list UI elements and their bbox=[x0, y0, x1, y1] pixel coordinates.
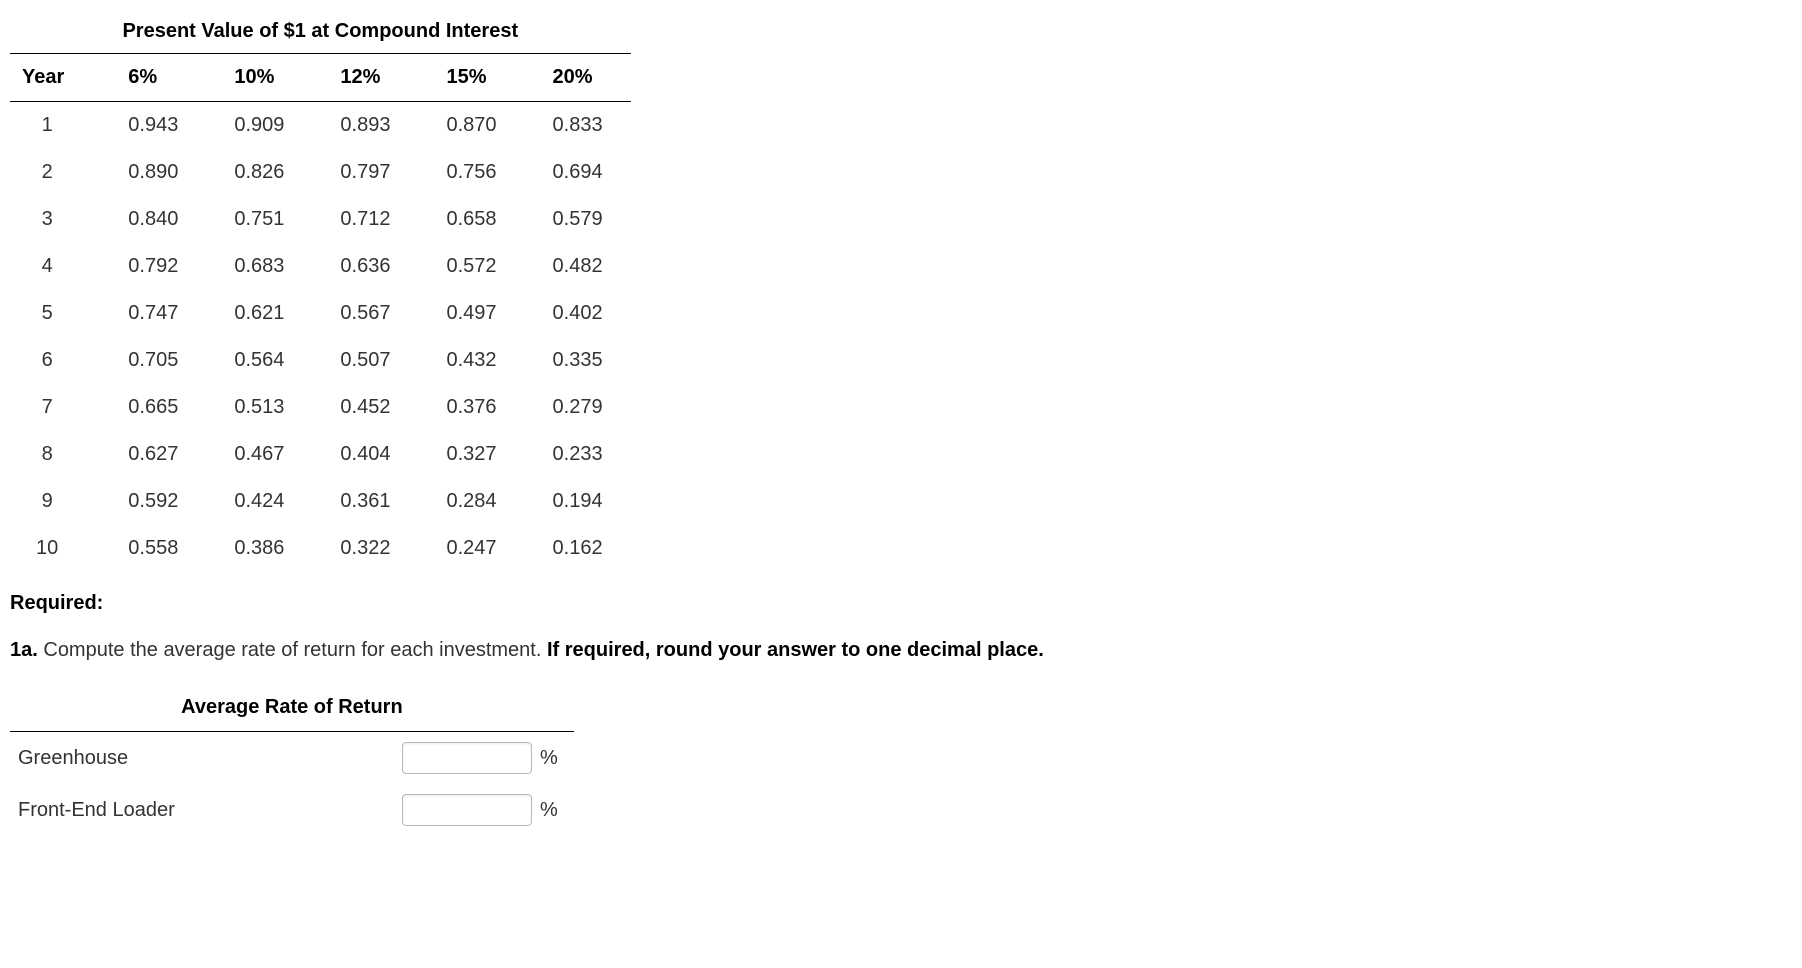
arr-row-front-end-loader: Front-End Loader % bbox=[10, 784, 574, 836]
pv-cell: 0.636 bbox=[312, 243, 418, 290]
greenhouse-input[interactable] bbox=[402, 742, 532, 774]
pv-cell: 0.751 bbox=[206, 196, 312, 243]
year-cell: 8 bbox=[10, 431, 100, 478]
pv-cell: 0.558 bbox=[100, 525, 206, 572]
pv-cell: 0.870 bbox=[418, 102, 524, 150]
pv-cell: 0.279 bbox=[525, 384, 631, 431]
percent-sign: % bbox=[540, 747, 558, 769]
arr-row-greenhouse: Greenhouse % bbox=[10, 732, 574, 784]
pv-cell: 0.452 bbox=[312, 384, 418, 431]
pv-cell: 0.840 bbox=[100, 196, 206, 243]
pv-cell: 0.627 bbox=[100, 431, 206, 478]
pv-cell: 0.284 bbox=[418, 478, 524, 525]
pv-cell: 0.792 bbox=[100, 243, 206, 290]
question-1a: 1a. Compute the average rate of return f… bbox=[10, 639, 1792, 662]
year-cell: 10 bbox=[10, 525, 100, 572]
pv-tbody: 10.9430.9090.8930.8700.83320.8900.8260.7… bbox=[10, 102, 631, 573]
year-cell: 5 bbox=[10, 290, 100, 337]
pv-cell: 0.402 bbox=[525, 290, 631, 337]
arr-label-greenhouse: Greenhouse bbox=[10, 732, 394, 784]
pv-headers-row: Year 6% 10% 12% 15% 20% bbox=[10, 54, 631, 102]
question-bold: If required, round your answer to one de… bbox=[547, 639, 1044, 661]
year-cell: 3 bbox=[10, 196, 100, 243]
pv-cell: 0.833 bbox=[525, 102, 631, 150]
pv-cell: 0.943 bbox=[100, 102, 206, 150]
year-cell: 4 bbox=[10, 243, 100, 290]
question-body: Compute the average rate of return for e… bbox=[38, 639, 547, 661]
pv-cell: 0.893 bbox=[312, 102, 418, 150]
year-cell: 6 bbox=[10, 337, 100, 384]
pv-col-6: 6% bbox=[100, 54, 206, 102]
pv-cell: 0.683 bbox=[206, 243, 312, 290]
pv-cell: 0.194 bbox=[525, 478, 631, 525]
table-row: 70.6650.5130.4520.3760.279 bbox=[10, 384, 631, 431]
table-row: 30.8400.7510.7120.6580.579 bbox=[10, 196, 631, 243]
required-label: Required: bbox=[10, 592, 1792, 615]
pv-cell: 0.694 bbox=[525, 149, 631, 196]
percent-sign: % bbox=[540, 799, 558, 821]
question-number: 1a. bbox=[10, 639, 38, 661]
pv-cell: 0.658 bbox=[418, 196, 524, 243]
pv-cell: 0.432 bbox=[418, 337, 524, 384]
pv-cell: 0.497 bbox=[418, 290, 524, 337]
pv-cell: 0.247 bbox=[418, 525, 524, 572]
year-cell: 7 bbox=[10, 384, 100, 431]
table-row: 100.5580.3860.3220.2470.162 bbox=[10, 525, 631, 572]
pv-col-12: 12% bbox=[312, 54, 418, 102]
pv-cell: 0.797 bbox=[312, 149, 418, 196]
pv-cell: 0.162 bbox=[525, 525, 631, 572]
year-cell: 1 bbox=[10, 102, 100, 150]
pv-cell: 0.712 bbox=[312, 196, 418, 243]
pv-table: Present Value of $1 at Compound Interest… bbox=[10, 10, 631, 572]
pv-cell: 0.890 bbox=[100, 149, 206, 196]
pv-cell: 0.572 bbox=[418, 243, 524, 290]
pv-cell: 0.747 bbox=[100, 290, 206, 337]
pv-cell: 0.327 bbox=[418, 431, 524, 478]
table-row: 60.7050.5640.5070.4320.335 bbox=[10, 337, 631, 384]
pv-cell: 0.705 bbox=[100, 337, 206, 384]
pv-cell: 0.909 bbox=[206, 102, 312, 150]
table-row: 90.5920.4240.3610.2840.194 bbox=[10, 478, 631, 525]
pv-cell: 0.592 bbox=[100, 478, 206, 525]
year-cell: 2 bbox=[10, 149, 100, 196]
pv-cell: 0.424 bbox=[206, 478, 312, 525]
pv-cell: 0.376 bbox=[418, 384, 524, 431]
pv-cell: 0.335 bbox=[525, 337, 631, 384]
pv-cell: 0.621 bbox=[206, 290, 312, 337]
pv-cell: 0.826 bbox=[206, 149, 312, 196]
arr-input-cell: % bbox=[394, 732, 574, 784]
arr-table: Average Rate of Return Greenhouse % Fron… bbox=[10, 686, 574, 836]
pv-cell: 0.467 bbox=[206, 431, 312, 478]
arr-table-caption: Average Rate of Return bbox=[10, 686, 574, 732]
pv-cell: 0.756 bbox=[418, 149, 524, 196]
pv-cell: 0.507 bbox=[312, 337, 418, 384]
year-cell: 9 bbox=[10, 478, 100, 525]
table-row: 80.6270.4670.4040.3270.233 bbox=[10, 431, 631, 478]
arr-label-front-end-loader: Front-End Loader bbox=[10, 784, 394, 836]
pv-cell: 0.361 bbox=[312, 478, 418, 525]
table-row: 20.8900.8260.7970.7560.694 bbox=[10, 149, 631, 196]
pv-col-15: 15% bbox=[418, 54, 524, 102]
pv-cell: 0.665 bbox=[100, 384, 206, 431]
pv-cell: 0.233 bbox=[525, 431, 631, 478]
table-row: 50.7470.6210.5670.4970.402 bbox=[10, 290, 631, 337]
table-row: 10.9430.9090.8930.8700.833 bbox=[10, 102, 631, 150]
pv-table-caption: Present Value of $1 at Compound Interest bbox=[10, 10, 631, 54]
pv-cell: 0.386 bbox=[206, 525, 312, 572]
pv-cell: 0.513 bbox=[206, 384, 312, 431]
pv-col-year: Year bbox=[10, 54, 100, 102]
pv-cell: 0.567 bbox=[312, 290, 418, 337]
pv-col-10: 10% bbox=[206, 54, 312, 102]
front-end-loader-input[interactable] bbox=[402, 794, 532, 826]
arr-input-cell: % bbox=[394, 784, 574, 836]
pv-col-20: 20% bbox=[525, 54, 631, 102]
pv-cell: 0.482 bbox=[525, 243, 631, 290]
pv-cell: 0.564 bbox=[206, 337, 312, 384]
table-row: 40.7920.6830.6360.5720.482 bbox=[10, 243, 631, 290]
pv-cell: 0.404 bbox=[312, 431, 418, 478]
pv-cell: 0.579 bbox=[525, 196, 631, 243]
pv-cell: 0.322 bbox=[312, 525, 418, 572]
